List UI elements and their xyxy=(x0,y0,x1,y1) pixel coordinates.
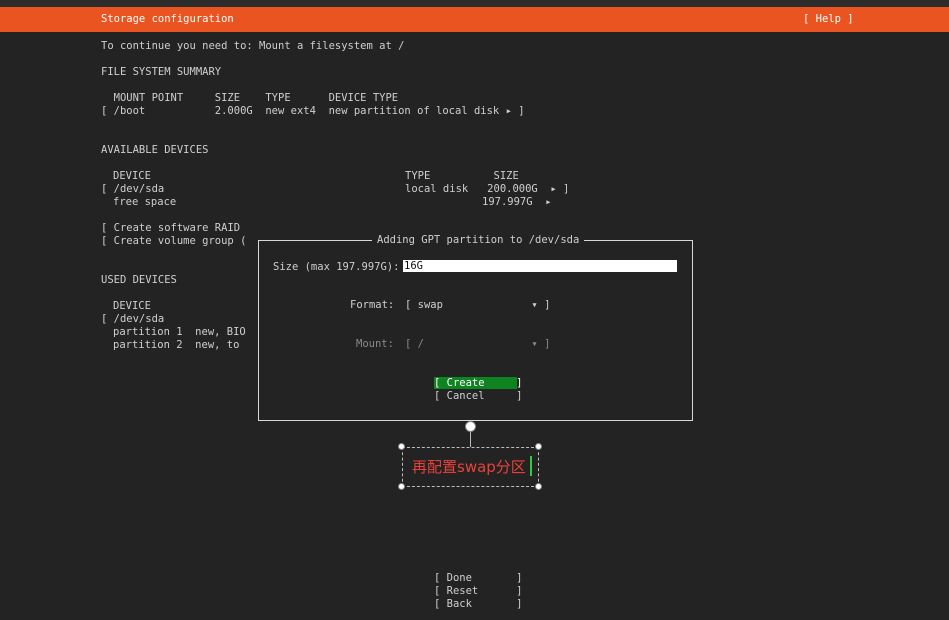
annotation-handle-top-left[interactable] xyxy=(398,443,405,450)
fs-summary-columns: MOUNT POINT SIZE TYPE DEVICE TYPE xyxy=(101,92,399,104)
annotation-handle-top-right[interactable] xyxy=(535,443,542,450)
annotation-text[interactable]: 再配置swap分区 xyxy=(412,458,526,476)
cancel-button[interactable]: [ Cancel ] xyxy=(434,390,523,403)
annotation-handle-bottom-right[interactable] xyxy=(535,483,542,490)
available-devices-heading: AVAILABLE DEVICES xyxy=(101,144,209,156)
header-bar: Storage configuration [ Help ] xyxy=(0,7,949,32)
back-button[interactable]: [ Back ] xyxy=(434,598,523,611)
annotation-rotate-handle[interactable] xyxy=(465,421,476,432)
page-title: Storage configuration xyxy=(101,13,234,25)
reset-button[interactable]: [ Reset ] xyxy=(434,585,523,598)
annotation-handle-bottom-left[interactable] xyxy=(398,483,405,490)
annotation-rotate-stem xyxy=(470,431,471,447)
text-cursor xyxy=(530,456,532,476)
available-device-sda-info[interactable]: local disk 200.000G ▸ ] xyxy=(405,183,569,196)
used-partition-2[interactable]: partition 2 new, to xyxy=(113,339,239,352)
create-button[interactable]: [ Create ] xyxy=(434,377,523,389)
available-col-type-size: TYPE SIZE xyxy=(405,170,519,182)
done-button[interactable]: [ Done ] xyxy=(434,572,523,585)
fs-summary-row-boot[interactable]: [ /boot 2.000G new ext4 new partition of… xyxy=(101,105,525,118)
format-select[interactable]: [ swap ▾ ] xyxy=(405,299,550,312)
mount-label: Mount: xyxy=(356,338,394,350)
create-volume-group-button[interactable]: [ Create volume group ( xyxy=(101,235,246,248)
format-label: Format: xyxy=(350,299,395,311)
size-label: Size (max 197.997G): xyxy=(273,261,400,273)
help-button[interactable]: [ Help ] xyxy=(803,13,854,26)
free-space-label[interactable]: free space xyxy=(113,196,176,209)
free-space-size[interactable]: 197.997G ▸ xyxy=(482,196,552,209)
used-devices-heading: USED DEVICES xyxy=(101,274,177,286)
used-device-sda[interactable]: [ /dev/sda xyxy=(101,313,164,326)
window-top-strip xyxy=(0,0,949,7)
fs-summary-heading: FILE SYSTEM SUMMARY xyxy=(101,66,222,78)
used-col-device: DEVICE xyxy=(113,300,151,312)
available-col-device: DEVICE xyxy=(113,170,151,182)
instruction-message: To continue you need to: Mount a filesys… xyxy=(101,40,405,52)
dialog-title: Adding GPT partition to /dev/sda xyxy=(372,234,585,247)
available-device-sda[interactable]: [ /dev/sda xyxy=(101,183,164,196)
used-partition-1[interactable]: partition 1 new, BIO xyxy=(113,326,246,339)
mount-select[interactable]: [ / ▾ ] xyxy=(405,338,550,351)
size-input[interactable] xyxy=(403,260,677,272)
create-software-raid-button[interactable]: [ Create software RAID xyxy=(101,222,240,235)
